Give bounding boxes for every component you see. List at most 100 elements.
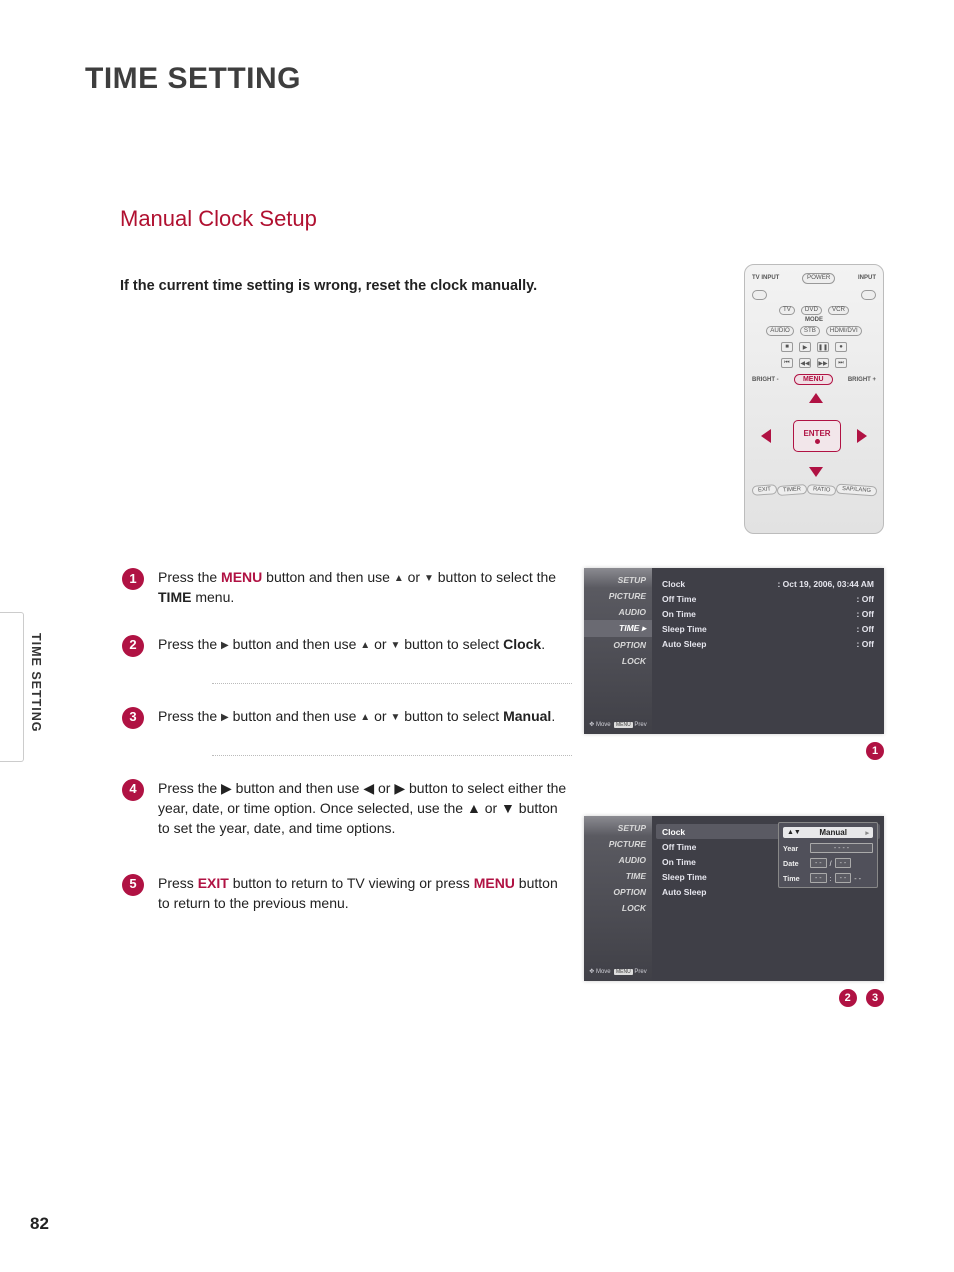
divider [212, 755, 572, 756]
remote-label-tvinput: TV INPUT [752, 275, 779, 281]
down-icon: ▼ [424, 573, 434, 584]
remote-prev-icon: ⏮ [781, 358, 793, 368]
remote-left-icon [761, 429, 771, 443]
remote-label-input: INPUT [858, 275, 876, 281]
osd-menu-item: LOCK [584, 900, 652, 916]
step-text: Press the ▶ button and then use ▲ or ▼ b… [158, 634, 572, 657]
callout-badge: 2 [839, 989, 857, 1007]
remote-exit-button: EXIT [752, 484, 778, 496]
remote-rec-icon: ● [835, 342, 847, 352]
osd-menu-item-selected: TIME ▸ [584, 620, 652, 637]
osd-row: Sleep Time: Off [662, 621, 874, 636]
step-1: 1 Press the MENU button and then use ▲ o… [122, 567, 572, 608]
step-text: Press the ▶ button and then use ◀ or ▶ b… [158, 778, 572, 839]
step-2: 2 Press the ▶ button and then use ▲ or ▼… [122, 634, 572, 657]
osd-row: Clock: Oct 19, 2006, 03:44 AM [662, 576, 874, 591]
remote-mode-hdmi: HDMI/DVI [826, 326, 862, 336]
remote-rew-icon: ◀◀ [799, 358, 811, 368]
step-text: Press EXIT button to return to TV viewin… [158, 873, 572, 914]
osd-row: On Time: Off [662, 606, 874, 621]
osd-row: Auto Sleep: Off [662, 636, 874, 651]
remote-mode-vcr: VCR [828, 306, 849, 316]
remote-mode-label: MODE [752, 317, 876, 323]
osd-content: Clock: Oct 19, 2006, 03:44 AM Off Time: … [652, 568, 884, 734]
remote-right-icon [857, 429, 867, 443]
osd-menu-item: SETUP [584, 572, 652, 588]
osd-manual-panel: ▲▼Manual▸ Year- - - - Date- -/- - Time- … [778, 822, 878, 888]
remote-stop-icon: ■ [781, 342, 793, 352]
osd-manual-year: Year- - - - [783, 843, 873, 853]
osd-manual-head: ▲▼Manual▸ [783, 827, 873, 838]
remote-dpad: ENTER [755, 391, 873, 479]
osd-hint: ✥ Move MENU Prev [584, 717, 652, 730]
osd-menu-column: SETUP PICTURE AUDIO TIME OPTION LOCK ✥ M… [584, 816, 652, 981]
callout-badge: 1 [866, 742, 884, 760]
step-bullet: 4 [122, 779, 144, 801]
osd-callouts: 2 3 [584, 989, 884, 1007]
remote-timer-button: TIMER [777, 484, 808, 496]
section-subtitle: Manual Clock Setup [120, 206, 884, 232]
osd-menu-item: PICTURE [584, 588, 652, 604]
osd-menu-item: SETUP [584, 820, 652, 836]
remote-down-icon [809, 467, 823, 477]
osd-menu-item: AUDIO [584, 852, 652, 868]
osd-manual-time: Time- -:- -- - [783, 873, 873, 883]
osd-hint: ✥ Move MENU Prev [584, 964, 652, 977]
remote-bright-plus: BRIGHT + [848, 377, 876, 383]
osd-row: Off Time: Off [662, 591, 874, 606]
right-icon: ▶ [221, 712, 229, 723]
remote-mode-stb: STB [800, 326, 820, 336]
remote-sap-button: SAP/LANG [836, 484, 878, 497]
callout-badge: 3 [866, 989, 884, 1007]
down-icon: ▼ [390, 712, 400, 723]
osd-content: Clock▶ Off Time On Time Sleep Time Auto … [652, 816, 884, 981]
step-3: 3 Press the ▶ button and then use ▲ or ▼… [122, 706, 572, 729]
remote-ff-icon: ▶▶ [817, 358, 829, 368]
remote-menu-button: MENU [794, 374, 833, 385]
intro-text: If the current time setting is wrong, re… [120, 276, 560, 297]
remote-pause-icon: ❚❚ [817, 342, 829, 352]
remote-power-button: POWER [802, 273, 835, 284]
down-icon: ▼ [390, 640, 400, 651]
osd-menu-item: LOCK [584, 653, 652, 669]
remote-enter-button: ENTER [793, 420, 841, 452]
osd-screenshot-1: SETUP PICTURE AUDIO TIME ▸ OPTION LOCK ✥… [584, 568, 884, 760]
up-icon: ▲ [360, 712, 370, 723]
step-bullet: 3 [122, 707, 144, 729]
remote-oval [752, 290, 767, 300]
page-title: TIME SETTING [85, 62, 884, 96]
osd-screenshot-2: SETUP PICTURE AUDIO TIME OPTION LOCK ✥ M… [584, 816, 884, 1007]
steps-list: 1 Press the MENU button and then use ▲ o… [122, 567, 572, 913]
step-5: 5 Press EXIT button to return to TV view… [122, 873, 572, 914]
remote-bright-minus: BRIGHT - [752, 377, 779, 383]
osd-menu-item: TIME [584, 868, 652, 884]
right-icon: ▶ [221, 640, 229, 651]
step-text: Press the ▶ button and then use ▲ or ▼ b… [158, 706, 572, 729]
page-number: 82 [30, 1214, 49, 1234]
up-icon: ▲ [394, 573, 404, 584]
remote-ratio-button: RATIO [807, 484, 837, 496]
osd-menu-item: OPTION [584, 637, 652, 653]
remote-mode-dvd: DVD [801, 306, 822, 316]
remote-up-icon [809, 393, 823, 403]
divider [212, 683, 572, 684]
side-section-label: TIME SETTING [29, 633, 43, 733]
remote-mode-tv: TV [779, 306, 795, 316]
osd-manual-date: Date- -/- - [783, 858, 873, 868]
osd-menu-column: SETUP PICTURE AUDIO TIME ▸ OPTION LOCK ✥… [584, 568, 652, 734]
step-4: 4 Press the ▶ button and then use ◀ or ▶… [122, 778, 572, 839]
remote-illustration: TV INPUT POWER INPUT TV DVD VCR MODE AUD… [744, 264, 884, 534]
osd-menu-item: OPTION [584, 884, 652, 900]
step-bullet: 2 [122, 635, 144, 657]
osd-menu-item: PICTURE [584, 836, 652, 852]
step-bullet: 5 [122, 874, 144, 896]
remote-mode-audio: AUDIO [766, 326, 794, 336]
side-tab [0, 612, 24, 762]
remote-next-icon: ⏭ [835, 358, 847, 368]
step-bullet: 1 [122, 568, 144, 590]
osd-menu-item: AUDIO [584, 604, 652, 620]
osd-callouts: 1 [584, 742, 884, 760]
step-text: Press the MENU button and then use ▲ or … [158, 567, 572, 608]
remote-oval [861, 290, 876, 300]
up-icon: ▲ [360, 640, 370, 651]
